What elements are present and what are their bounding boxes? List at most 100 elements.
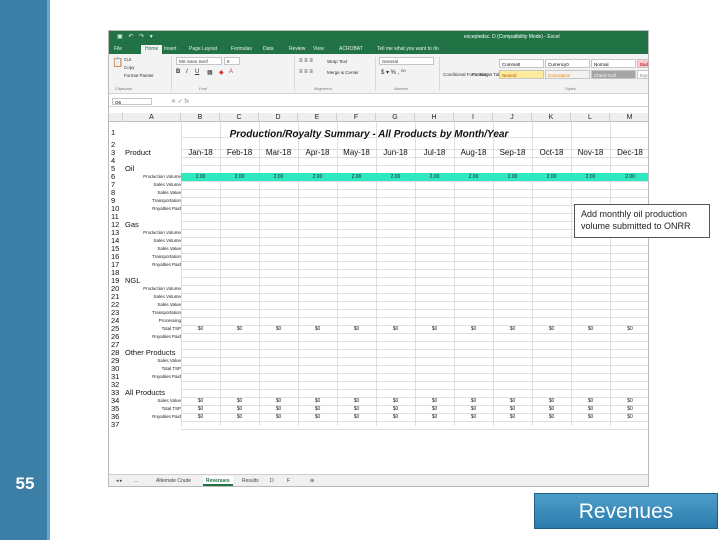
- add-sheet-icon[interactable]: ⊕: [307, 476, 317, 486]
- all-royalties-cell[interactable]: $0: [415, 413, 454, 421]
- all-sales-value-cell[interactable]: $0: [610, 397, 648, 405]
- ribbon-tab-page-layout[interactable]: Page Layout: [189, 45, 217, 54]
- all-total-tsp-cell[interactable]: $0: [610, 405, 648, 413]
- cut-button[interactable]: Cut: [124, 57, 131, 62]
- ngl-total-tsp-cell[interactable]: $0: [337, 325, 376, 333]
- oil-production-cell[interactable]: 2.00: [571, 173, 610, 181]
- all-royalties-cell[interactable]: $0: [610, 413, 648, 421]
- oil-production-cell[interactable]: 2.00: [181, 173, 220, 181]
- merge-center-button[interactable]: Merge & Center: [327, 70, 359, 75]
- sheet-tab[interactable]: Results: [239, 476, 262, 486]
- all-sales-value-cell[interactable]: $0: [259, 397, 298, 405]
- column-header[interactable]: M: [610, 113, 648, 122]
- ngl-total-tsp-cell[interactable]: $0: [298, 325, 337, 333]
- bold-button[interactable]: B: [176, 69, 180, 75]
- all-total-tsp-cell[interactable]: $0: [454, 405, 493, 413]
- style-comma0[interactable]: Comma0: [499, 59, 544, 68]
- month-header[interactable]: May-18: [337, 149, 376, 157]
- sheet-tab[interactable]: ...: [131, 476, 141, 486]
- month-header[interactable]: Jun-18: [376, 149, 415, 157]
- oil-production-cell[interactable]: 2.00: [259, 173, 298, 181]
- all-royalties-cell[interactable]: $0: [454, 413, 493, 421]
- column-header[interactable]: F: [337, 113, 376, 122]
- ngl-total-tsp-cell[interactable]: $0: [454, 325, 493, 333]
- ribbon-tab-view[interactable]: View: [313, 45, 324, 54]
- all-royalties-cell[interactable]: $0: [376, 413, 415, 421]
- metric-label[interactable]: Sales Volume: [153, 237, 181, 245]
- ngl-total-tsp-cell[interactable]: $0: [376, 325, 415, 333]
- revenues-button[interactable]: Revenues: [534, 493, 718, 529]
- underline-button[interactable]: U: [195, 69, 199, 75]
- metric-label[interactable]: Sales Value: [157, 245, 181, 253]
- all-royalties-cell[interactable]: $0: [181, 413, 220, 421]
- oil-production-cell[interactable]: 2.00: [454, 173, 493, 181]
- ngl-total-tsp-cell[interactable]: $0: [181, 325, 220, 333]
- all-sales-value-cell[interactable]: $0: [415, 397, 454, 405]
- all-royalties-cell[interactable]: $0: [571, 413, 610, 421]
- month-header[interactable]: Sep-18: [493, 149, 532, 157]
- month-header[interactable]: Nov-18: [571, 149, 610, 157]
- number-format-select[interactable]: General: [379, 57, 434, 65]
- oil-production-cell[interactable]: 2.00: [493, 173, 532, 181]
- all-royalties-cell[interactable]: $0: [298, 413, 337, 421]
- column-header[interactable]: G: [376, 113, 415, 122]
- all-total-tsp-cell[interactable]: $0: [571, 405, 610, 413]
- all-total-tsp-cell[interactable]: $0: [376, 405, 415, 413]
- ngl-total-tsp-cell[interactable]: $0: [493, 325, 532, 333]
- product-label[interactable]: Gas: [125, 221, 139, 229]
- borders-icon[interactable]: ▦: [207, 69, 213, 76]
- metric-label[interactable]: Sales Volume: [153, 293, 181, 301]
- metric-label[interactable]: Production Volume: [143, 229, 181, 237]
- month-header[interactable]: Apr-18: [298, 149, 337, 157]
- month-header[interactable]: Jan-18: [181, 149, 220, 157]
- sheet-tab[interactable]: F: [284, 476, 293, 486]
- metric-label[interactable]: Production Volume: [143, 285, 181, 293]
- font-color-icon[interactable]: A: [229, 69, 233, 75]
- row-number[interactable]: 37: [109, 421, 123, 429]
- all-sales-value-cell[interactable]: $0: [532, 397, 571, 405]
- ngl-total-tsp-cell[interactable]: $0: [571, 325, 610, 333]
- ribbon-tab-review[interactable]: Review: [289, 45, 305, 54]
- metric-label[interactable]: Sales Volume: [153, 181, 181, 189]
- ngl-total-tsp-cell[interactable]: $0: [610, 325, 648, 333]
- metric-label[interactable]: Royalties Paid: [152, 373, 181, 381]
- month-header[interactable]: Dec-18: [610, 149, 648, 157]
- all-total-tsp-cell[interactable]: $0: [532, 405, 571, 413]
- ribbon-tab-acrobat[interactable]: ACROBAT: [339, 45, 363, 54]
- product-label[interactable]: Other Products: [125, 349, 175, 357]
- font-name-select[interactable]: MS Sans Serif: [176, 57, 222, 65]
- all-royalties-cell[interactable]: $0: [532, 413, 571, 421]
- style-bad[interactable]: Bad: [637, 59, 648, 68]
- ngl-total-tsp-cell[interactable]: $0: [220, 325, 259, 333]
- style-currency0[interactable]: Currency0: [545, 59, 590, 68]
- product-label[interactable]: Oil: [125, 165, 134, 173]
- column-header[interactable]: C: [220, 113, 259, 122]
- currency-icon[interactable]: $ ▾ % , ⁰⁰: [381, 69, 406, 76]
- all-sales-value-cell[interactable]: $0: [181, 397, 220, 405]
- format-painter-button[interactable]: Format Painter: [124, 73, 154, 78]
- metric-label[interactable]: Transportation: [152, 197, 181, 205]
- metric-label[interactable]: Transportation: [152, 309, 181, 317]
- all-total-tsp-cell[interactable]: $0: [220, 405, 259, 413]
- column-header[interactable]: D: [259, 113, 298, 122]
- style-explanatory[interactable]: Exp: [637, 70, 648, 79]
- ribbon-tab-data[interactable]: Data: [263, 45, 274, 54]
- align-left-icon[interactable]: ≡ ≡ ≡: [299, 69, 313, 75]
- oil-production-cell[interactable]: 2.00: [298, 173, 337, 181]
- grid-corner[interactable]: [109, 113, 123, 122]
- worksheet-grid[interactable]: A B C D E F G H I J K L M 1 2 3 Product 4 5 Oil 6 Production …: [109, 113, 648, 473]
- align-top-icon[interactable]: ≡ ≡ ≡: [299, 58, 313, 64]
- all-total-tsp-cell[interactable]: $0: [259, 405, 298, 413]
- oil-production-cell[interactable]: 2.00: [220, 173, 259, 181]
- metric-label[interactable]: Total TSP: [162, 405, 181, 413]
- sheet-tab[interactable]: D: [267, 476, 277, 486]
- all-total-tsp-cell[interactable]: $0: [181, 405, 220, 413]
- metric-label[interactable]: Transportation: [152, 253, 181, 261]
- product-label[interactable]: NGL: [125, 277, 140, 285]
- column-header[interactable]: I: [454, 113, 493, 122]
- font-size-select[interactable]: 8: [224, 57, 240, 65]
- column-header[interactable]: E: [298, 113, 337, 122]
- oil-production-cell[interactable]: 2.00: [376, 173, 415, 181]
- name-box[interactable]: O6: [112, 98, 152, 105]
- product-label[interactable]: All Products: [125, 389, 165, 397]
